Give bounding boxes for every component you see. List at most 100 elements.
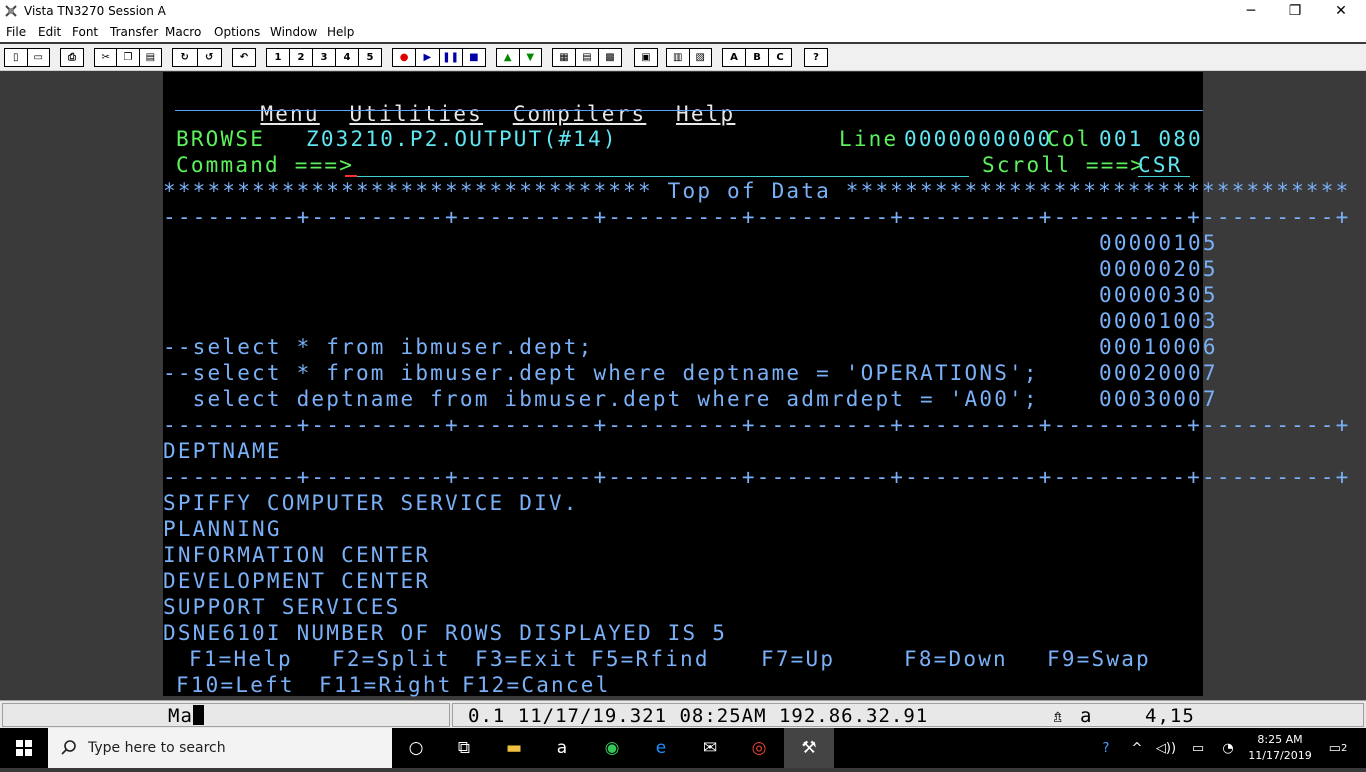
menu-edit[interactable]: Edit — [38, 25, 61, 39]
line-label: Line — [839, 127, 899, 151]
app-icon — [5, 5, 17, 17]
fkey-f5[interactable]: F5=Rfind — [591, 646, 710, 672]
seq-number: 00020007 — [1099, 361, 1218, 385]
battery-icon[interactable]: ▭ — [1186, 728, 1210, 768]
macro-5-button[interactable]: 5 — [359, 49, 381, 66]
copy-icon[interactable]: ❐ — [117, 49, 140, 66]
window-title: Vista TN3270 Session A — [24, 4, 166, 18]
status-indicator: Ma — [168, 705, 204, 727]
seq-number: 00000105 — [1099, 231, 1218, 255]
chrome-icon[interactable]: ◎ — [735, 728, 783, 768]
minimize-button[interactable]: ─ — [1228, 0, 1274, 22]
menu-file[interactable]: File — [6, 25, 26, 39]
status-indicator-text: Ma — [168, 705, 193, 727]
menu-macro[interactable]: Macro — [165, 25, 201, 39]
ispf-menu-menu[interactable]: Menu — [260, 102, 319, 126]
result-row: DEVELOPMENT CENTER — [163, 569, 431, 593]
toolbar: ▯ ▭ ⎙ ✂ ❐ ▤ ↻ ↺ ↶ 1 2 3 4 5 ● ▶ ❚❚ ■ ▲ ▼… — [0, 44, 1366, 71]
fkey-f9[interactable]: F9=Swap — [1047, 646, 1151, 672]
amazon-icon[interactable]: a — [538, 728, 586, 768]
button-b[interactable]: B — [746, 49, 769, 66]
notes-icon[interactable]: ▥ — [667, 49, 690, 66]
seq-number: 00000205 — [1099, 257, 1218, 281]
ispf-menu-compilers[interactable]: Compilers — [513, 102, 647, 126]
menu-transfer[interactable]: Transfer — [110, 25, 158, 39]
terminal-screen[interactable]: Menu Utilities Compilers Help BROWSE Z03… — [163, 72, 1348, 698]
volume-icon[interactable]: ◁)) — [1154, 728, 1178, 768]
arrow-down-icon[interactable]: ▼ — [520, 49, 542, 66]
button-a[interactable]: A — [723, 49, 746, 66]
help-button[interactable]: ? — [804, 48, 828, 67]
menu-options[interactable]: Options — [214, 25, 260, 39]
undo-icon[interactable]: ↶ — [232, 48, 256, 67]
button-c[interactable]: C — [769, 49, 791, 66]
transfer-buttons-group: ↻ ↺ — [172, 48, 222, 67]
menu-window[interactable]: Window — [270, 25, 317, 39]
edge-browser-icon[interactable]: e — [637, 728, 685, 768]
stop-icon[interactable]: ■ — [463, 49, 485, 66]
chevron-up-icon[interactable]: ^ — [1126, 728, 1148, 768]
log-icon[interactable]: ▧ — [690, 49, 712, 66]
windows-logo-icon — [16, 740, 32, 756]
taskbar-clock[interactable]: 8:25 AM 11/17/2019 — [1240, 732, 1320, 764]
ispf-menu-utilities[interactable]: Utilities — [349, 102, 483, 126]
notification-count: 2 — [1340, 742, 1348, 754]
clock-time: 8:25 AM — [1257, 733, 1303, 746]
open-folder-icon[interactable]: ▭ — [28, 49, 50, 66]
tn3270-taskbar-icon[interactable]: ⚒ — [784, 728, 834, 768]
pause-icon[interactable]: ❚❚ — [440, 49, 463, 66]
fkey-f7[interactable]: F7=Up — [761, 646, 835, 672]
fkey-f12[interactable]: F12=Cancel — [462, 672, 610, 698]
macro-4-button[interactable]: 4 — [336, 49, 359, 66]
dataset-name: Z03210.P2.OUTPUT(#14) — [306, 127, 618, 151]
receive-file-icon[interactable]: ↺ — [198, 49, 222, 66]
macro-2-button[interactable]: 2 — [290, 49, 313, 66]
capture-icon[interactable]: ▣ — [634, 48, 658, 67]
record-icon[interactable]: ● — [393, 49, 417, 66]
mode-indicator: a — [1080, 705, 1093, 727]
sql-line: --select * from ibmuser.dept; — [163, 335, 594, 359]
fkey-f8[interactable]: F8=Down — [904, 646, 1008, 672]
fkey-f2[interactable]: F2=Split — [332, 646, 451, 672]
macro-3-button[interactable]: 3 — [313, 49, 336, 66]
keyboard-map-icon[interactable]: ▤ — [576, 49, 599, 66]
menu-help[interactable]: Help — [327, 25, 354, 39]
cortana-icon[interactable]: ○ — [392, 728, 440, 768]
restore-button[interactable]: ❐ — [1272, 0, 1318, 22]
close-button[interactable]: ✕ — [1318, 0, 1364, 22]
fkey-f10[interactable]: F10=Left — [176, 672, 295, 698]
paste-icon[interactable]: ▤ — [140, 49, 161, 66]
print-icon[interactable]: ⎙ — [60, 48, 84, 67]
command-input[interactable] — [357, 176, 969, 177]
fkey-f3[interactable]: F3=Exit — [475, 646, 579, 672]
macro-1-button[interactable]: 1 — [267, 49, 290, 66]
fkey-f1[interactable]: F1=Help — [189, 646, 293, 672]
ispf-menu-help[interactable]: Help — [676, 102, 735, 126]
file-explorer-icon[interactable]: ▬ — [490, 728, 538, 768]
result-row: INFORMATION CENTER — [163, 543, 431, 567]
send-file-icon[interactable]: ↻ — [173, 49, 198, 66]
start-button[interactable] — [0, 728, 48, 768]
scroll-value[interactable]: CSR — [1138, 152, 1183, 178]
menu-font[interactable]: Font — [72, 25, 98, 39]
shift-indicator-icon: ⇯ — [1052, 705, 1065, 727]
properties-icon[interactable]: ▦ — [553, 49, 576, 66]
seq-number: 00010006 — [1099, 335, 1218, 359]
new-file-icon[interactable]: ▯ — [5, 49, 28, 66]
notification-icon[interactable]: ▭ 2 — [1318, 728, 1358, 768]
wifi-icon[interactable]: ◔ — [1216, 728, 1240, 768]
file-buttons-group: ▯ ▭ — [4, 48, 50, 67]
col-value: 001 080 — [1099, 127, 1203, 151]
taskbar-search-box[interactable]: Type here to search — [48, 728, 392, 768]
task-view-icon[interactable]: ⧉ — [440, 728, 488, 768]
cut-icon[interactable]: ✂ — [95, 49, 118, 66]
help-tray-icon[interactable]: ? — [1092, 728, 1120, 768]
mail-icon[interactable]: ✉ — [686, 728, 734, 768]
arrow-up-icon[interactable]: ▲ — [497, 49, 520, 66]
play-icon[interactable]: ▶ — [416, 49, 440, 66]
status-bar: Ma 0.1 11/17/19.321 08:25AM 192.86.32.91… — [0, 700, 1366, 729]
fkey-f11[interactable]: F11=Right — [319, 672, 453, 698]
tripadvisor-icon[interactable]: ◉ — [588, 728, 636, 768]
colors-icon[interactable]: ▩ — [599, 49, 621, 66]
col-label: Col — [1047, 127, 1092, 151]
